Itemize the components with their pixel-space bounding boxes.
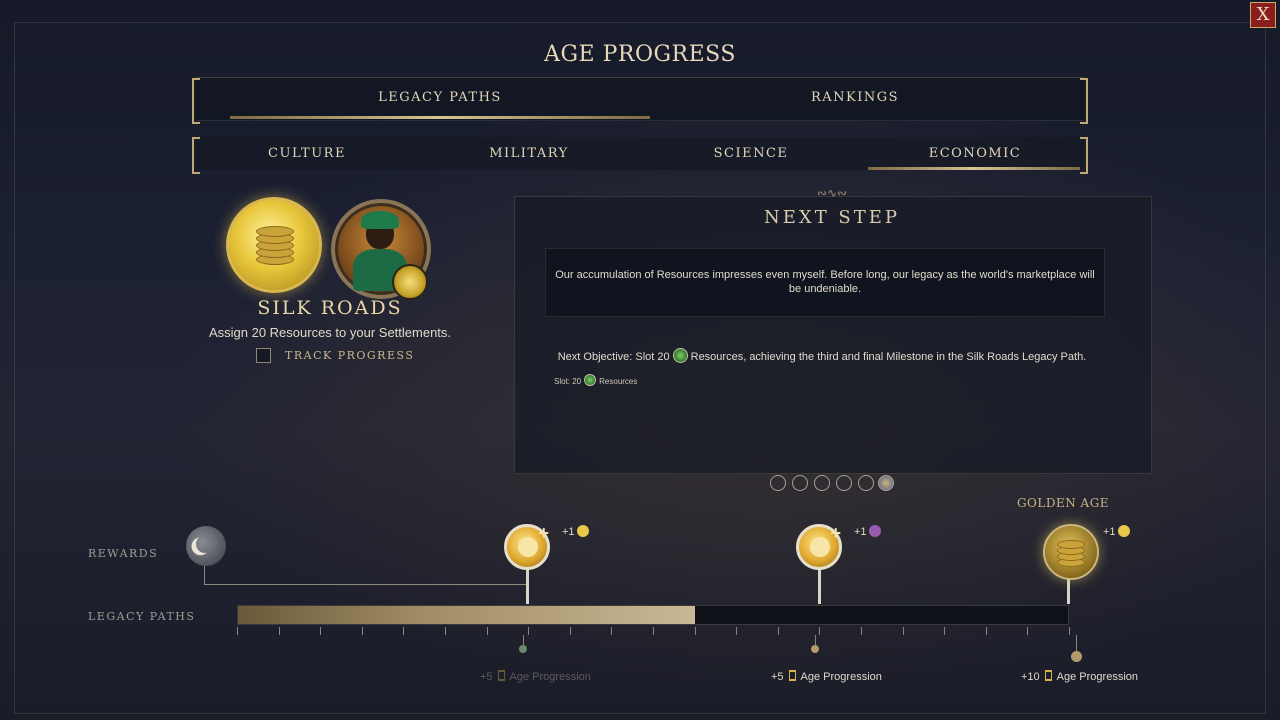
- resource-icon: [584, 374, 597, 386]
- milestone-1-bonus: +1: [562, 525, 589, 538]
- age-reward-amount: +5: [771, 671, 784, 683]
- selected-subtab-underline: [868, 167, 1080, 170]
- legacy-paths-row-label: LEGACY PATHS: [88, 610, 196, 623]
- progress-tick: [278, 627, 280, 635]
- gold-coin-icon: [1117, 525, 1130, 537]
- next-objective: Next Objective: Slot 20 Resources, achiev…: [514, 348, 1130, 363]
- age-reward-label: Age Progression: [1056, 671, 1138, 683]
- progress-tick: [902, 627, 904, 635]
- top-tab-bar: LEGACY PATHS RANKINGS: [192, 77, 1088, 124]
- progress-tick: [361, 627, 363, 635]
- milestone-marker-icon: [811, 645, 819, 653]
- next-step-title: NEXT STEP: [763, 207, 901, 228]
- progress-tick: [403, 627, 405, 635]
- age-reward-1: +5 Age Progression: [480, 670, 591, 683]
- progress-tick: [861, 627, 862, 635]
- milestone-2-icon[interactable]: +: [796, 523, 842, 570]
- gold-badge-icon: [392, 264, 428, 300]
- milestone-2-bonus: +1: [854, 525, 881, 538]
- moon-icon[interactable]: [186, 526, 226, 566]
- progress-tick: [320, 627, 322, 635]
- bracket-left: [192, 78, 200, 124]
- age-reward-3: +10 Age Progression: [1021, 670, 1138, 683]
- hourglass-icon: [1044, 670, 1052, 681]
- page-dot-active[interactable]: [878, 475, 894, 491]
- slot-prefix: Slot: 20: [554, 377, 582, 386]
- page-dot[interactable]: [814, 475, 830, 491]
- tab-legacy-paths[interactable]: LEGACY PATHS: [220, 90, 660, 105]
- close-button[interactable]: X: [1250, 2, 1276, 28]
- track-progress-label[interactable]: TRACK PROGRESS: [285, 349, 414, 362]
- progress-tick: [569, 627, 571, 635]
- progress-tick: [1027, 627, 1029, 635]
- age-reward-amount: +5: [480, 671, 493, 683]
- legacy-path-description: Assign 20 Resources to your Settlements.: [208, 325, 452, 340]
- progress-tick: [985, 627, 987, 635]
- tab-military[interactable]: MILITARY: [418, 146, 640, 161]
- ornament-icon: ∾∿∾: [816, 186, 848, 200]
- sub-tab-bar: CULTURE MILITARY SCIENCE ECONOMIC: [192, 137, 1088, 174]
- selected-tab-underline: [230, 116, 650, 119]
- tab-culture[interactable]: CULTURE: [196, 146, 418, 161]
- page-dot[interactable]: [792, 475, 808, 491]
- legacy-progress-fill: [238, 606, 695, 624]
- tab-science[interactable]: SCIENCE: [640, 146, 862, 161]
- star-marker-icon: [1071, 651, 1082, 662]
- page-title: AGE PROGRESS: [544, 42, 736, 67]
- age-reward-label: Age Progression: [509, 671, 591, 683]
- hourglass-icon: [497, 670, 505, 681]
- reward-connector: [204, 566, 529, 585]
- marker-stem: [1076, 635, 1077, 651]
- progress-tick: [486, 627, 488, 635]
- achieved-check-icon: [519, 645, 527, 653]
- progress-tick: [237, 627, 238, 635]
- progress-tick: [736, 627, 738, 635]
- resource-icon: [672, 348, 688, 363]
- slot-suffix: Resources: [599, 377, 638, 386]
- tab-rankings[interactable]: RANKINGS: [635, 90, 1075, 105]
- bonus-text: +1: [854, 526, 867, 538]
- milestone-stem: [818, 568, 821, 604]
- progress-tick: [445, 627, 446, 635]
- rewards-label: REWARDS: [88, 547, 159, 560]
- tab-economic[interactable]: ECONOMIC: [864, 146, 1086, 161]
- page-dot[interactable]: [770, 475, 786, 491]
- objective-suffix: Resources, achieving the third and final…: [690, 351, 1087, 363]
- bonus-text: +1: [562, 526, 575, 538]
- progress-tick: [1069, 627, 1070, 635]
- golden-age-bonus: +1: [1103, 525, 1130, 538]
- golden-age-icon[interactable]: [1043, 524, 1099, 580]
- progress-tick: [653, 627, 654, 635]
- slot-requirement: Slot: 20 Resources: [554, 374, 637, 386]
- progress-tick: [777, 627, 779, 635]
- age-reward-amount: +10: [1021, 671, 1040, 683]
- page-dot[interactable]: [836, 475, 852, 491]
- marker-stem: [815, 635, 816, 645]
- track-progress-checkbox[interactable]: [256, 348, 271, 363]
- page-dot[interactable]: [858, 475, 874, 491]
- purple-attribute-icon: [868, 525, 881, 537]
- legacy-path-name: SILK ROADS: [257, 297, 403, 319]
- bonus-text: +1: [1103, 526, 1116, 538]
- milestone-1-icon[interactable]: +: [504, 523, 550, 570]
- bracket-right: [1080, 78, 1088, 124]
- next-step-panel: [514, 196, 1152, 474]
- age-reward-label: Age Progression: [800, 671, 882, 683]
- progress-tick: [819, 627, 821, 635]
- hourglass-icon: [788, 670, 796, 681]
- legacy-progress-bar: [237, 605, 1069, 625]
- progress-tick: [528, 627, 530, 635]
- milestone-stem: [526, 568, 529, 604]
- age-reward-2: +5 Age Progression: [771, 670, 882, 683]
- progress-tick: [944, 627, 946, 635]
- progress-tick: [694, 627, 696, 635]
- progress-tick: [611, 627, 613, 635]
- leader-quote: Our accumulation of Resources impresses …: [555, 269, 1095, 295]
- gold-coin-icon: [576, 525, 589, 537]
- coin-stack-icon: [226, 197, 322, 293]
- objective-prefix: Next Objective: Slot 20: [557, 351, 670, 363]
- marker-stem: [523, 635, 524, 645]
- golden-age-label: GOLDEN AGE: [1016, 496, 1110, 510]
